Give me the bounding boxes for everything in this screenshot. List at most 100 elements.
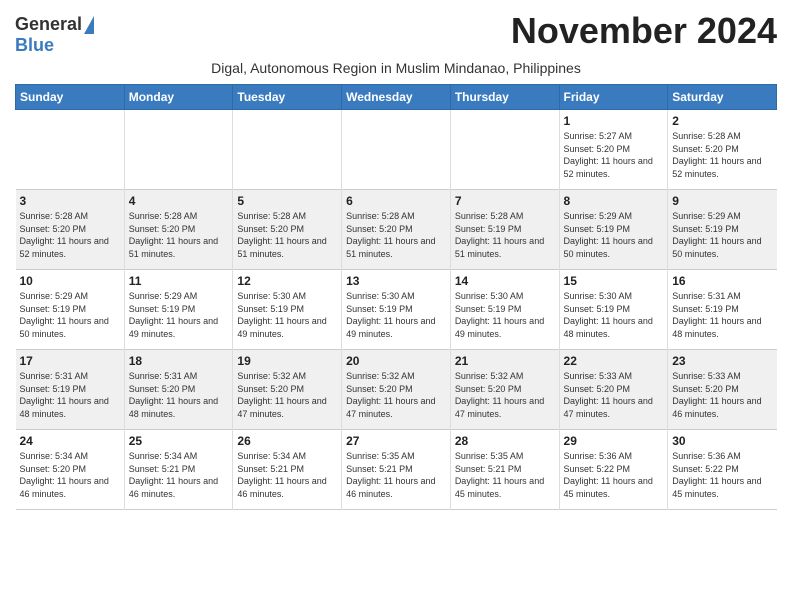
day-info: Sunrise: 5:27 AM Sunset: 5:20 PM Dayligh… [564, 130, 664, 180]
day-number: 8 [564, 194, 664, 208]
day-info: Sunrise: 5:30 AM Sunset: 5:19 PM Dayligh… [237, 290, 337, 340]
logo-triangle-icon [84, 16, 94, 34]
calendar-cell: 27 Sunrise: 5:35 AM Sunset: 5:21 PM Dayli… [342, 430, 451, 510]
day-info: Sunrise: 5:29 AM Sunset: 5:19 PM Dayligh… [20, 290, 120, 340]
day-info: Sunrise: 5:34 AM Sunset: 5:21 PM Dayligh… [237, 450, 337, 500]
day-number: 14 [455, 274, 555, 288]
day-number: 29 [564, 434, 664, 448]
calendar-cell: 6 Sunrise: 5:28 AM Sunset: 5:20 PM Daylig… [342, 190, 451, 270]
day-number: 15 [564, 274, 664, 288]
day-info: Sunrise: 5:34 AM Sunset: 5:20 PM Dayligh… [20, 450, 120, 500]
calendar-cell [450, 110, 559, 190]
calendar-cell [16, 110, 125, 190]
day-number: 4 [129, 194, 229, 208]
calendar-cell: 20Sunrise: 5:32 AM Sunset: 5:20 PM Dayli… [342, 350, 451, 430]
header-row: SundayMondayTuesdayWednesdayThursdayFrid… [16, 85, 777, 110]
day-number: 22 [564, 354, 664, 368]
calendar-cell: 21Sunrise: 5:32 AM Sunset: 5:20 PM Dayli… [450, 350, 559, 430]
day-header-friday: Friday [559, 85, 668, 110]
month-title: November 2024 [511, 10, 777, 52]
calendar-cell: 3 Sunrise: 5:28 AM Sunset: 5:20 PM Daylig… [16, 190, 125, 270]
day-number: 10 [20, 274, 120, 288]
day-info: Sunrise: 5:35 AM Sunset: 5:21 PM Dayligh… [455, 450, 555, 500]
day-number: 17 [20, 354, 120, 368]
day-number: 9 [672, 194, 772, 208]
day-number: 12 [237, 274, 337, 288]
day-number: 28 [455, 434, 555, 448]
calendar-cell: 1 Sunrise: 5:27 AM Sunset: 5:20 PM Daylig… [559, 110, 668, 190]
day-info: Sunrise: 5:36 AM Sunset: 5:22 PM Dayligh… [672, 450, 772, 500]
day-number: 13 [346, 274, 446, 288]
calendar-cell: 13 Sunrise: 5:30 AM Sunset: 5:19 PM Dayli… [342, 270, 451, 350]
day-number: 25 [129, 434, 229, 448]
day-info: Sunrise: 5:32 AM Sunset: 5:20 PM Dayligh… [346, 370, 446, 420]
day-info: Sunrise: 5:31 AM Sunset: 5:19 PM Dayligh… [672, 290, 772, 340]
calendar-cell: 30 Sunrise: 5:36 AM Sunset: 5:22 PM Dayli… [668, 430, 777, 510]
week-row-3: 10 Sunrise: 5:29 AM Sunset: 5:19 PM Dayli… [16, 270, 777, 350]
day-number: 19 [237, 354, 337, 368]
calendar-cell: 4 Sunrise: 5:28 AM Sunset: 5:20 PM Daylig… [124, 190, 233, 270]
calendar-cell: 8 Sunrise: 5:29 AM Sunset: 5:19 PM Daylig… [559, 190, 668, 270]
day-number: 1 [564, 114, 664, 128]
day-header-saturday: Saturday [668, 85, 777, 110]
day-info: Sunrise: 5:29 AM Sunset: 5:19 PM Dayligh… [129, 290, 229, 340]
day-info: Sunrise: 5:35 AM Sunset: 5:21 PM Dayligh… [346, 450, 446, 500]
week-row-1: 1 Sunrise: 5:27 AM Sunset: 5:20 PM Daylig… [16, 110, 777, 190]
calendar-cell [342, 110, 451, 190]
day-number: 26 [237, 434, 337, 448]
calendar-cell: 25Sunrise: 5:34 AM Sunset: 5:21 PM Dayli… [124, 430, 233, 510]
calendar-cell: 7 Sunrise: 5:28 AM Sunset: 5:19 PM Daylig… [450, 190, 559, 270]
calendar-cell [233, 110, 342, 190]
calendar-cell: 2 Sunrise: 5:28 AM Sunset: 5:20 PM Daylig… [668, 110, 777, 190]
day-number: 18 [129, 354, 229, 368]
day-info: Sunrise: 5:30 AM Sunset: 5:19 PM Dayligh… [346, 290, 446, 340]
calendar-cell: 17 Sunrise: 5:31 AM Sunset: 5:19 PM Dayli… [16, 350, 125, 430]
day-info: Sunrise: 5:28 AM Sunset: 5:20 PM Dayligh… [129, 210, 229, 260]
calendar-table: SundayMondayTuesdayWednesdayThursdayFrid… [15, 84, 777, 510]
calendar-cell: 26 Sunrise: 5:34 AM Sunset: 5:21 PM Dayli… [233, 430, 342, 510]
day-header-tuesday: Tuesday [233, 85, 342, 110]
day-number: 11 [129, 274, 229, 288]
calendar-cell: 22 Sunrise: 5:33 AM Sunset: 5:20 PM Dayli… [559, 350, 668, 430]
calendar-cell: 5 Sunrise: 5:28 AM Sunset: 5:20 PM Daylig… [233, 190, 342, 270]
logo-general-text: General [15, 14, 82, 35]
day-info: Sunrise: 5:30 AM Sunset: 5:19 PM Dayligh… [455, 290, 555, 340]
calendar-cell: 9 Sunrise: 5:29 AM Sunset: 5:19 PM Daylig… [668, 190, 777, 270]
day-number: 7 [455, 194, 555, 208]
calendar-cell: 29 Sunrise: 5:36 AM Sunset: 5:22 PM Dayli… [559, 430, 668, 510]
day-number: 24 [20, 434, 120, 448]
day-header-wednesday: Wednesday [342, 85, 451, 110]
calendar-cell: 23Sunrise: 5:33 AM Sunset: 5:20 PM Dayli… [668, 350, 777, 430]
day-info: Sunrise: 5:28 AM Sunset: 5:20 PM Dayligh… [672, 130, 772, 180]
day-info: Sunrise: 5:30 AM Sunset: 5:19 PM Dayligh… [564, 290, 664, 340]
day-info: Sunrise: 5:31 AM Sunset: 5:20 PM Dayligh… [129, 370, 229, 420]
day-number: 30 [672, 434, 772, 448]
day-info: Sunrise: 5:28 AM Sunset: 5:19 PM Dayligh… [455, 210, 555, 260]
day-number: 5 [237, 194, 337, 208]
day-info: Sunrise: 5:29 AM Sunset: 5:19 PM Dayligh… [564, 210, 664, 260]
day-info: Sunrise: 5:33 AM Sunset: 5:20 PM Dayligh… [564, 370, 664, 420]
day-info: Sunrise: 5:29 AM Sunset: 5:19 PM Dayligh… [672, 210, 772, 260]
day-number: 27 [346, 434, 446, 448]
day-header-sunday: Sunday [16, 85, 125, 110]
calendar-cell [124, 110, 233, 190]
day-info: Sunrise: 5:31 AM Sunset: 5:19 PM Dayligh… [20, 370, 120, 420]
week-row-2: 3 Sunrise: 5:28 AM Sunset: 5:20 PM Daylig… [16, 190, 777, 270]
logo-blue-text: Blue [15, 35, 54, 56]
day-number: 6 [346, 194, 446, 208]
day-info: Sunrise: 5:28 AM Sunset: 5:20 PM Dayligh… [20, 210, 120, 260]
subtitle: Digal, Autonomous Region in Muslim Minda… [15, 60, 777, 76]
day-number: 3 [20, 194, 120, 208]
day-info: Sunrise: 5:28 AM Sunset: 5:20 PM Dayligh… [237, 210, 337, 260]
day-header-monday: Monday [124, 85, 233, 110]
day-header-thursday: Thursday [450, 85, 559, 110]
week-row-4: 17 Sunrise: 5:31 AM Sunset: 5:19 PM Dayli… [16, 350, 777, 430]
day-info: Sunrise: 5:33 AM Sunset: 5:20 PM Dayligh… [672, 370, 772, 420]
calendar-cell: 28 Sunrise: 5:35 AM Sunset: 5:21 PM Dayli… [450, 430, 559, 510]
calendar-cell: 11 Sunrise: 5:29 AM Sunset: 5:19 PM Dayli… [124, 270, 233, 350]
day-info: Sunrise: 5:36 AM Sunset: 5:22 PM Dayligh… [564, 450, 664, 500]
day-info: Sunrise: 5:28 AM Sunset: 5:20 PM Dayligh… [346, 210, 446, 260]
day-info: Sunrise: 5:32 AM Sunset: 5:20 PM Dayligh… [237, 370, 337, 420]
day-number: 2 [672, 114, 772, 128]
calendar-body: 1 Sunrise: 5:27 AM Sunset: 5:20 PM Daylig… [16, 110, 777, 510]
